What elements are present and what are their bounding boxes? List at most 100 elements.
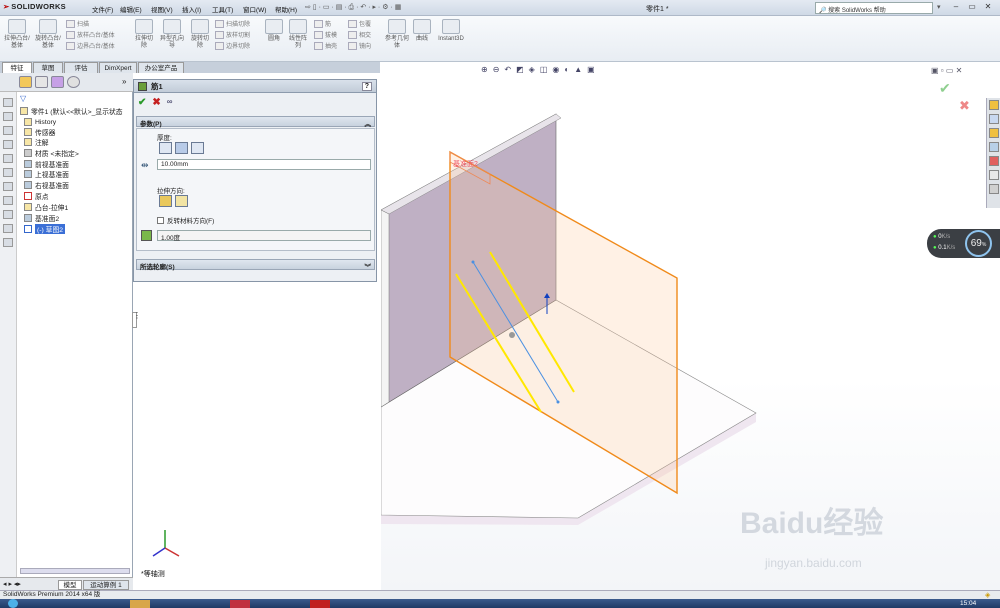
reference-geometry-button[interactable]: 参考几何体 bbox=[384, 19, 410, 50]
draft-toggle-icon[interactable] bbox=[141, 230, 152, 241]
minimize-icon[interactable]: – bbox=[950, 1, 962, 13]
appearances-icon[interactable] bbox=[989, 156, 999, 166]
tree-item-origin[interactable]: 原点 bbox=[24, 191, 49, 201]
extrude-boss-button[interactable]: 拉伸凸台/基体 bbox=[4, 19, 30, 50]
side-tool-icon-6[interactable] bbox=[3, 168, 13, 177]
solidworks-logo[interactable]: ➢ SOLIDWORKS bbox=[3, 2, 66, 11]
horizontal-scrollbar[interactable] bbox=[20, 568, 130, 574]
help-arrow-icon[interactable]: ▾ bbox=[937, 3, 941, 11]
close-icon[interactable]: ✕ bbox=[982, 1, 994, 13]
filter-icon[interactable]: ▽ bbox=[20, 94, 26, 103]
tree-item-history[interactable]: History bbox=[24, 117, 56, 127]
graphics-viewport[interactable]: ⊕ ⊖ ↶ ◩ ◈ ◫ ◉ ◐ ▲ ▣ ▣ ▫ ▭ ✕ ✔ ✖ 基准面2 bbox=[152, 62, 1000, 590]
menu-insert[interactable]: 插入(I) bbox=[182, 4, 201, 14]
sketch2-endpoint-end[interactable] bbox=[556, 400, 560, 404]
tree-item-sketch2[interactable]: (-) 草图2 bbox=[24, 224, 66, 234]
draft-button[interactable]: 拔模 bbox=[314, 29, 337, 40]
sketch2-endpoint-start[interactable] bbox=[471, 260, 475, 264]
side-tool-icon-10[interactable] bbox=[3, 224, 13, 233]
taskbar-app-icon-1[interactable] bbox=[130, 600, 150, 608]
parallel-to-sketch-button[interactable] bbox=[159, 195, 172, 207]
sweep-button[interactable]: 扫描 bbox=[66, 18, 115, 29]
shell-button[interactable]: 抽壳 bbox=[314, 40, 337, 51]
feature-tree-icon[interactable] bbox=[19, 76, 32, 88]
thickness-first-side-button[interactable] bbox=[159, 142, 172, 154]
tab-sketch[interactable]: 草图 bbox=[33, 62, 63, 73]
ok-check-icon[interactable]: ✔ bbox=[138, 97, 146, 108]
curves-button[interactable]: 曲线 bbox=[412, 19, 432, 43]
side-tool-icon-4[interactable] bbox=[3, 140, 13, 149]
lofted-cut-button[interactable]: 放样切割 bbox=[215, 29, 250, 40]
nav-arrows-icon[interactable]: ◂ ▸ ◂▸ bbox=[3, 580, 21, 588]
params-group-header[interactable]: 参数(P) ︽ bbox=[136, 116, 375, 128]
forum-icon[interactable] bbox=[989, 184, 999, 194]
menu-tools[interactable]: 工具(T) bbox=[212, 4, 233, 14]
tab-motion-study[interactable]: 运动算例 1 bbox=[83, 580, 129, 590]
tree-item-sensors[interactable]: 传感器 bbox=[24, 127, 55, 137]
solidworks-resources-icon[interactable] bbox=[989, 100, 999, 110]
loft-boss-button[interactable]: 放样凸台/基体 bbox=[66, 29, 115, 40]
display-manager-icon[interactable] bbox=[67, 76, 80, 88]
side-tool-icon-11[interactable] bbox=[3, 238, 13, 247]
taskbar-app-icon-2[interactable] bbox=[230, 600, 250, 608]
tab-office-products[interactable]: 办公室产品 bbox=[138, 62, 184, 73]
instant3d-button[interactable]: Instant3D bbox=[435, 19, 467, 43]
cancel-x-icon[interactable]: ✖ bbox=[152, 97, 160, 108]
menu-file[interactable]: 文件(F) bbox=[92, 4, 113, 14]
side-tool-icon-5[interactable] bbox=[3, 154, 13, 163]
thickness-input[interactable]: 10.00mm bbox=[157, 159, 371, 170]
preview-eyeglasses-icon[interactable]: ∞ bbox=[167, 97, 173, 108]
tree-item-boss-extrude[interactable]: 凸台-拉伸1 bbox=[24, 202, 68, 212]
boundary-boss-button[interactable]: 边界凸台/基体 bbox=[66, 40, 115, 51]
swept-cut-button[interactable]: 扫描切除 bbox=[215, 18, 250, 29]
thickness-both-sides-button[interactable] bbox=[175, 142, 188, 154]
boundary-cut-button[interactable]: 边界切除 bbox=[215, 40, 250, 51]
extrude-cut-button[interactable]: 拉伸切除 bbox=[133, 19, 155, 50]
rib-direction-handle[interactable] bbox=[509, 332, 515, 338]
file-explorer-icon[interactable] bbox=[989, 128, 999, 138]
tab-model[interactable]: 模型 bbox=[58, 580, 82, 590]
help-button[interactable]: ? bbox=[361, 81, 372, 91]
taskbar-solidworks-icon[interactable] bbox=[310, 600, 330, 608]
panel-splitter-handle[interactable]: ⋮ bbox=[132, 312, 141, 328]
custom-properties-icon[interactable] bbox=[989, 170, 999, 180]
help-search-input[interactable]: 🔎 搜索 SolidWorks 帮助 bbox=[815, 2, 933, 14]
draft-angle-input[interactable]: 1.00度 bbox=[157, 230, 371, 242]
revolve-cut-button[interactable]: 旋转切除 bbox=[189, 19, 211, 50]
flip-material-checkbox[interactable]: 反转材料方向(F) bbox=[157, 215, 214, 225]
tree-item-plane2[interactable]: 基准面2 bbox=[24, 213, 59, 223]
side-tool-icon-9[interactable] bbox=[3, 210, 13, 219]
side-tool-icon-1[interactable] bbox=[3, 98, 13, 107]
thickness-second-side-button[interactable] bbox=[191, 142, 204, 154]
hole-wizard-button[interactable]: 异型孔向导 bbox=[159, 19, 185, 50]
quick-access-icons[interactable]: ⇨ ▯ · ▭ · ▤ · ⎙ · ↶ · ▸ · ⚙ · ▦ bbox=[305, 3, 401, 12]
wrap-button[interactable]: 包覆 bbox=[348, 18, 371, 29]
intersect-button[interactable]: 相交 bbox=[348, 29, 371, 40]
normal-to-sketch-button[interactable] bbox=[175, 195, 188, 207]
tab-evaluate[interactable]: 评估 bbox=[64, 62, 98, 73]
mirror-button[interactable]: 镜向 bbox=[348, 40, 371, 51]
revolve-boss-button[interactable]: 旋转凸台/基体 bbox=[34, 19, 62, 50]
config-manager-icon[interactable] bbox=[51, 76, 64, 88]
tree-root[interactable]: 零件1 (默认<<默认>_显示状态 bbox=[20, 106, 123, 116]
tree-item-right-plane[interactable]: 右视基准面 bbox=[24, 180, 69, 190]
status-help-icon[interactable]: ◈ bbox=[985, 591, 990, 599]
menu-window[interactable]: 窗口(W) bbox=[243, 4, 266, 14]
tab-dimxpert[interactable]: DimXpert bbox=[99, 62, 137, 73]
tree-item-material[interactable]: 材质 <未指定> bbox=[24, 148, 79, 158]
tree-item-front-plane[interactable]: 前视基准面 bbox=[24, 159, 69, 169]
side-tool-icon-2[interactable] bbox=[3, 112, 13, 121]
design-library-icon[interactable] bbox=[989, 114, 999, 124]
restore-icon[interactable]: ▭ bbox=[966, 1, 978, 13]
property-manager-icon[interactable] bbox=[35, 76, 48, 88]
side-tool-icon-7[interactable] bbox=[3, 182, 13, 191]
expand-arrows-icon[interactable]: » bbox=[122, 77, 126, 86]
network-speed-widget[interactable]: ● 0K/s ● 0.1K/s 69% bbox=[927, 229, 1000, 258]
tree-item-annotations[interactable]: 注解 bbox=[24, 137, 49, 147]
contours-group-header[interactable]: 所选轮廓(S) ︾ bbox=[136, 259, 375, 271]
linear-pattern-button[interactable]: 线性阵列 bbox=[287, 19, 309, 50]
tab-features[interactable]: 特征 bbox=[2, 62, 32, 73]
menu-help[interactable]: 帮助(H) bbox=[275, 4, 297, 14]
menu-view[interactable]: 视图(V) bbox=[151, 4, 173, 14]
side-tool-icon-8[interactable] bbox=[3, 196, 13, 205]
